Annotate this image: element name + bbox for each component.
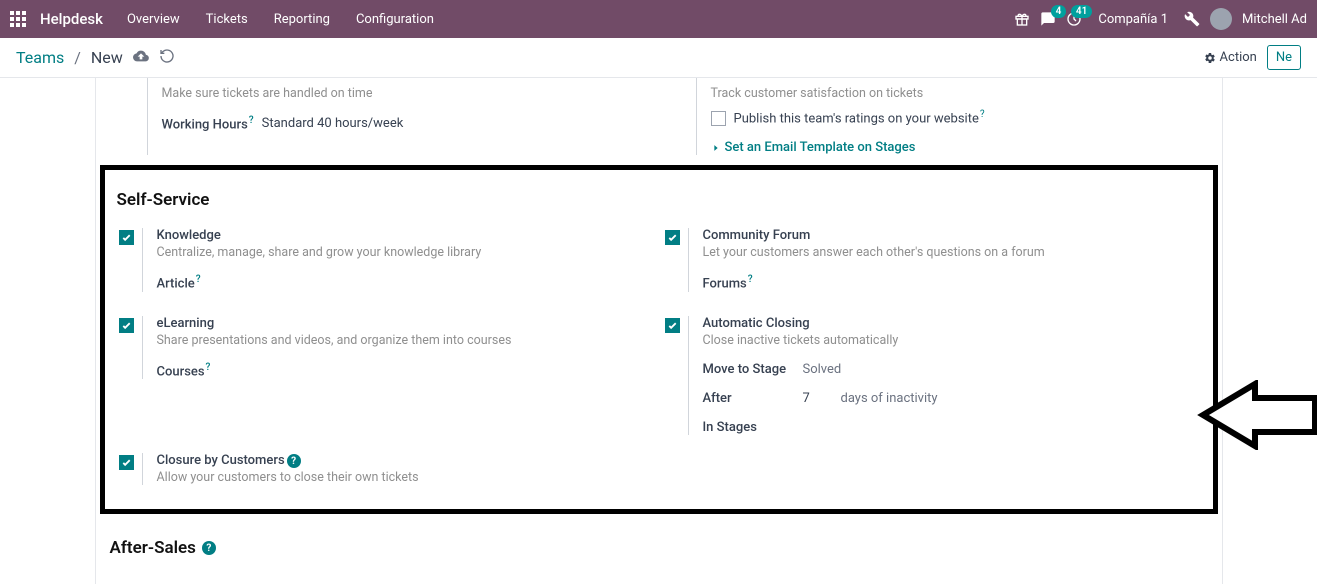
- knowledge-desc: Centralize, manage, share and grow your …: [157, 245, 653, 260]
- messages-badge: 4: [1051, 5, 1067, 18]
- elearning-title: eLearning: [157, 316, 653, 331]
- help-icon[interactable]: ?: [196, 274, 201, 285]
- community-desc: Let your customers answer each other's q…: [703, 245, 1199, 260]
- info-icon[interactable]: ?: [202, 541, 216, 555]
- content: Make sure tickets are handled on time Wo…: [0, 78, 1317, 584]
- ratings-desc: Track customer satisfaction on tickets: [711, 86, 1208, 101]
- autoclose-checkbox[interactable]: [665, 318, 680, 333]
- apps-icon[interactable]: [10, 11, 26, 27]
- action-label: Action: [1220, 50, 1257, 65]
- knowledge-title: Knowledge: [157, 228, 653, 243]
- article-label: Article?: [157, 274, 201, 291]
- knowledge-setting: Knowledge Centralize, manage, share and …: [113, 228, 659, 291]
- help-icon[interactable]: ?: [249, 115, 254, 126]
- in-stages-label: In Stages: [703, 420, 757, 435]
- gift-icon[interactable]: [1014, 11, 1030, 27]
- action-button[interactable]: Action: [1204, 50, 1257, 65]
- discard-icon[interactable]: [159, 48, 175, 68]
- move-stage-label: Move to Stage: [703, 362, 795, 377]
- knowledge-checkbox[interactable]: [119, 230, 134, 245]
- sla-desc: Make sure tickets are handled on time: [162, 86, 659, 101]
- breadcrumb: Teams / New: [16, 48, 175, 68]
- crumb-sep: /: [74, 48, 81, 67]
- after-value[interactable]: 7: [803, 391, 833, 406]
- publish-ratings-label: Publish this team's ratings on your webs…: [734, 109, 985, 126]
- closure-title: Closure by Customers?: [157, 453, 653, 469]
- courses-label: Courses?: [157, 362, 211, 379]
- partial-sla-row: Make sure tickets are handled on time Wo…: [96, 78, 1222, 155]
- after-label: After: [703, 391, 795, 406]
- nav-overview[interactable]: Overview: [119, 12, 188, 27]
- autoclose-title: Automatic Closing: [703, 316, 1199, 331]
- elearning-checkbox[interactable]: [119, 318, 134, 333]
- community-checkbox[interactable]: [665, 230, 680, 245]
- nav-right: 4 41 Compañía 1 Mitchell Ad: [1014, 8, 1307, 30]
- help-icon[interactable]: ?: [980, 109, 985, 120]
- new-button[interactable]: Ne: [1267, 45, 1301, 70]
- top-nav: Helpdesk Overview Tickets Reporting Conf…: [0, 0, 1317, 38]
- activities-icon[interactable]: 41: [1066, 11, 1082, 27]
- working-hours-value[interactable]: Standard 40 hours/week: [262, 116, 404, 131]
- avatar[interactable]: [1210, 8, 1232, 30]
- closure-setting: Closure by Customers? Allow your custome…: [113, 453, 659, 486]
- breadcrumb-bar: Teams / New Action Ne: [0, 38, 1317, 78]
- cloud-save-icon[interactable]: [133, 48, 149, 68]
- debug-icon[interactable]: [1184, 11, 1200, 27]
- after-sales-title: After-Sales ?: [96, 514, 1222, 558]
- company-switcher[interactable]: Compañía 1: [1092, 12, 1174, 27]
- help-icon[interactable]: ?: [748, 274, 753, 285]
- closure-desc: Allow your customers to close their own …: [157, 470, 653, 485]
- messages-icon[interactable]: 4: [1040, 11, 1056, 27]
- autoclose-desc: Close inactive tickets automatically: [703, 333, 1199, 348]
- forums-label: Forums?: [703, 274, 753, 291]
- autoclose-setting: Automatic Closing Close inactive tickets…: [659, 316, 1205, 435]
- crumb-teams[interactable]: Teams: [16, 48, 64, 67]
- info-icon[interactable]: ?: [287, 454, 301, 468]
- form-sheet: Make sure tickets are handled on time Wo…: [95, 78, 1223, 584]
- after-suffix: days of inactivity: [841, 391, 938, 406]
- nav-left: Helpdesk Overview Tickets Reporting Conf…: [10, 10, 442, 28]
- working-hours-label: Working Hours?: [162, 115, 254, 132]
- user-name[interactable]: Mitchell Ad: [1242, 12, 1307, 27]
- self-service-section: Self-Service Knowledge Centralize, manag…: [100, 165, 1218, 514]
- community-setting: Community Forum Let your customers answe…: [659, 228, 1205, 291]
- self-service-title: Self-Service: [113, 190, 1205, 228]
- help-icon[interactable]: ?: [206, 362, 211, 373]
- nav-reporting[interactable]: Reporting: [266, 12, 338, 27]
- closure-checkbox[interactable]: [119, 455, 134, 470]
- publish-ratings-checkbox[interactable]: [711, 111, 726, 126]
- elearning-setting: eLearning Share presentations and videos…: [113, 316, 659, 379]
- nav-configuration[interactable]: Configuration: [348, 12, 442, 27]
- crumb-actions: Action Ne: [1204, 45, 1301, 70]
- elearning-desc: Share presentations and videos, and orga…: [157, 333, 653, 348]
- community-title: Community Forum: [703, 228, 1199, 243]
- nav-tickets[interactable]: Tickets: [198, 12, 256, 27]
- activities-badge: 41: [1071, 5, 1092, 18]
- email-template-link[interactable]: Set an Email Template on Stages: [711, 140, 1208, 155]
- move-stage-value[interactable]: Solved: [803, 362, 842, 377]
- app-title: Helpdesk: [40, 10, 103, 28]
- crumb-current: New: [91, 48, 123, 67]
